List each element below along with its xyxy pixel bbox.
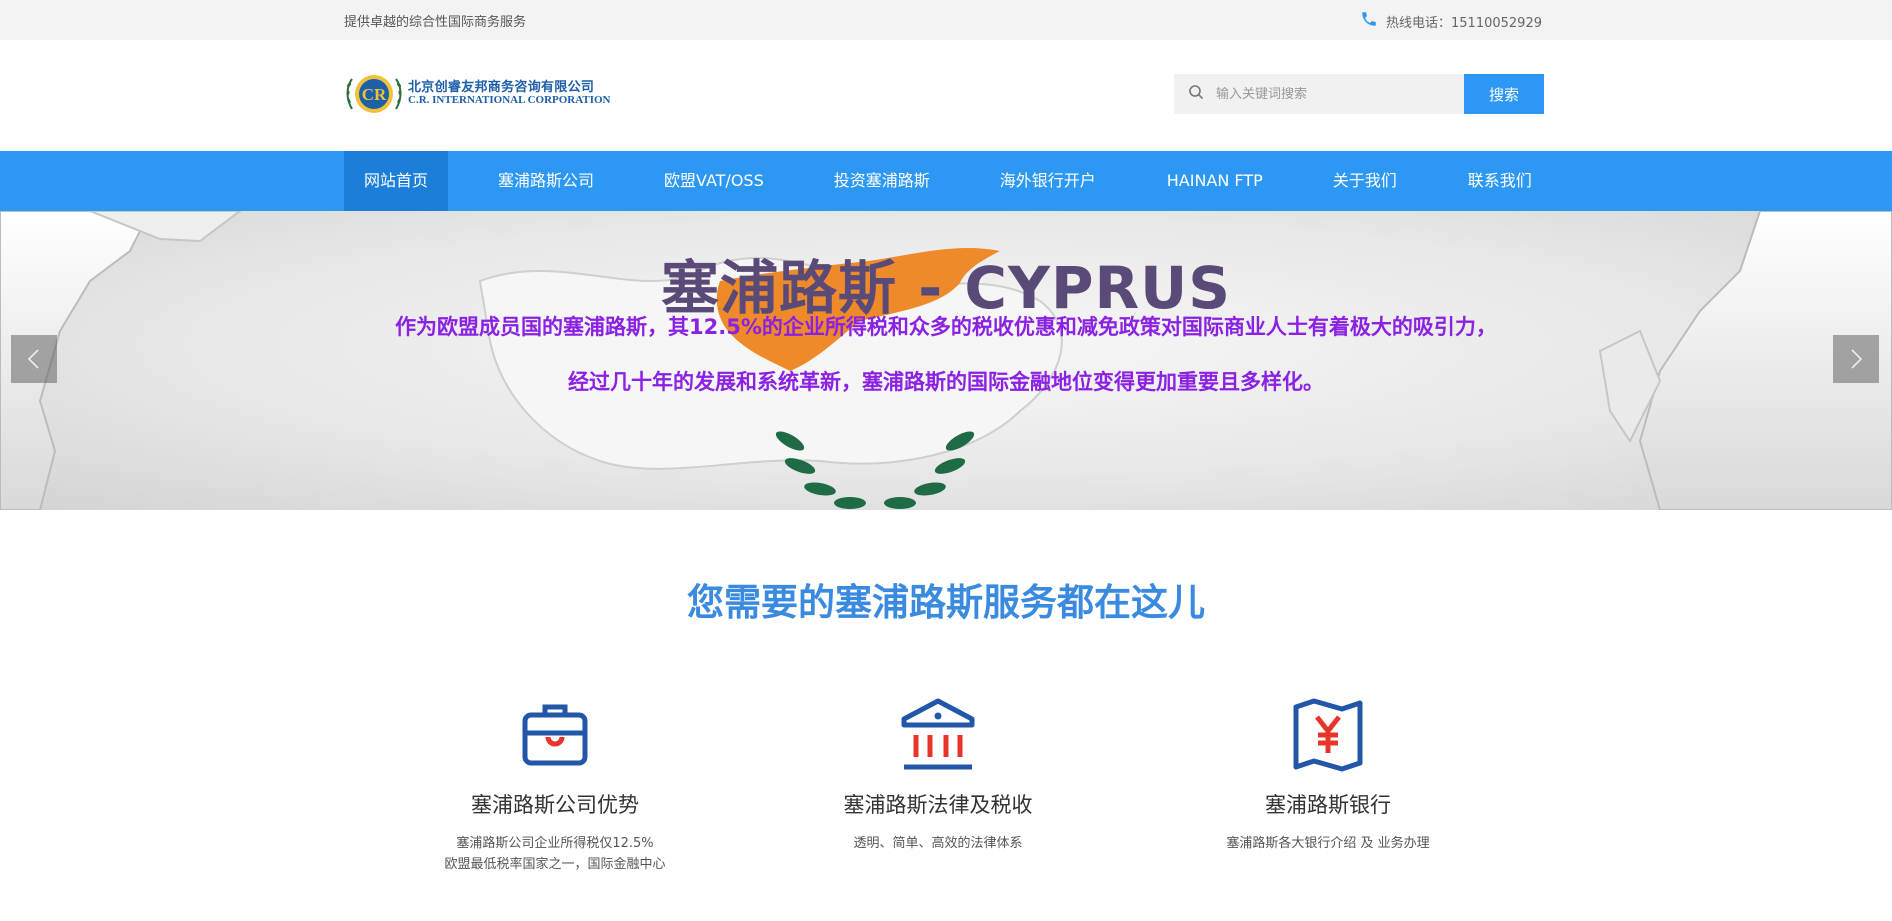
top-bar: 提供卓越的综合性国际商务服务 热线电话：15110052929 [0, 0, 1892, 40]
hotline: 热线电话：15110052929 [1360, 10, 1542, 32]
service-description: 塞浦路斯公司企业所得税仅12.5% 欧盟最低税率国家之一，国际金融中心 [444, 836, 666, 872]
phone-icon [1360, 10, 1378, 32]
banner-text-line-2: 经过几十年的发展和系统革新，塞浦路斯的国际金融地位变得更加重要且多样化。 [568, 370, 1324, 394]
briefcase-icon [522, 704, 588, 766]
service-card-bank[interactable]: 塞浦路斯银行 塞浦路斯各大银行介绍 及 业务办理 [1178, 697, 1478, 854]
service-description: 塞浦路斯各大银行介绍 及 业务办理 [1226, 836, 1430, 851]
nav-item-about[interactable]: 关于我们 [1263, 151, 1397, 211]
banner-next-button[interactable] [1833, 335, 1879, 383]
search-button[interactable]: 搜索 [1464, 74, 1544, 114]
bank-icon [901, 698, 975, 770]
nav-item-eu-vat[interactable]: 欧盟VAT/OSS [594, 151, 764, 211]
nav-item-bank-account[interactable]: 海外银行开户 [930, 151, 1096, 211]
hotline-label: 热线电话： [1386, 15, 1452, 31]
nav-item-home[interactable]: 网站首页 [344, 151, 449, 211]
nav-item-contact[interactable]: 联系我们 [1397, 151, 1532, 211]
logo-company-name-en: C.R. INTERNATIONAL CORPORATION [408, 94, 611, 107]
hotline-number[interactable]: 15110052929 [1451, 16, 1542, 31]
service-name: 塞浦路斯法律及税收 [843, 793, 1033, 817]
search-icon [1188, 84, 1204, 104]
service-card-company[interactable]: 塞浦路斯公司优势 塞浦路斯公司企业所得税仅12.5% 欧盟最低税率国家之一，国际… [405, 697, 705, 875]
service-description: 透明、简单、高效的法律体系 [853, 836, 1023, 851]
yuan-map-icon [1293, 698, 1363, 772]
service-card-law-tax[interactable]: 塞浦路斯法律及税收 透明、简单、高效的法律体系 [788, 697, 1088, 854]
search-bar: 搜索 [1174, 74, 1544, 114]
banner-text-line-1: 作为欧盟成员国的塞浦路斯，其12.5%的企业所得税和众多的税收优惠和减免政策对国… [395, 315, 1497, 339]
company-logo[interactable]: CR 北京创睿友邦商务咨询有限公司 C.R. INTERNATIONAL COR… [344, 69, 611, 119]
search-input[interactable] [1216, 86, 1446, 102]
search-box [1174, 74, 1464, 114]
nav-item-cyprus-company[interactable]: 塞浦路斯公司 [448, 151, 594, 211]
service-name: 塞浦路斯公司优势 [471, 793, 639, 817]
site-tagline: 提供卓越的综合性国际商务服务 [344, 15, 527, 30]
svg-text:CR: CR [362, 85, 387, 104]
hero-banner: 塞浦路斯 - CYPRUS 作为欧盟成员国的塞浦路斯，其12.5%的企业所得税和… [0, 211, 1892, 510]
main-nav: 网站首页 塞浦路斯公司 欧盟VAT/OSS 投资塞浦路斯 海外银行开户 HAIN… [0, 151, 1892, 211]
logo-mark-icon: CR [346, 75, 402, 113]
logo-company-name-cn: 北京创睿友邦商务咨询有限公司 [408, 80, 595, 96]
chevron-left-icon [27, 349, 39, 369]
services-section-title: 您需要的塞浦路斯服务都在这儿 [687, 581, 1205, 624]
chevron-right-icon [1851, 349, 1863, 369]
nav-item-hainan-ftp[interactable]: HAINAN FTP [1096, 151, 1263, 211]
banner-prev-button[interactable] [11, 335, 57, 383]
service-name: 塞浦路斯银行 [1265, 793, 1391, 817]
nav-item-invest-cyprus[interactable]: 投资塞浦路斯 [764, 151, 930, 211]
site-header: CR 北京创睿友邦商务咨询有限公司 C.R. INTERNATIONAL COR… [0, 40, 1892, 151]
